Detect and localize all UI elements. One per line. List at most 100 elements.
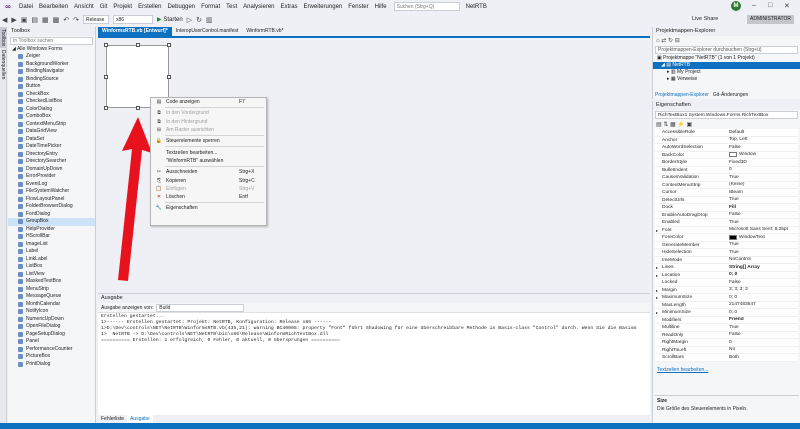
toolbox-item[interactable]: ContextMenuStrip [8,121,95,129]
resize-handle[interactable] [104,106,108,110]
property-row[interactable]: Locked False [655,279,798,287]
toolbox-item[interactable]: MenuStrip [8,286,95,294]
menu-item[interactable]: Ansicht [71,4,97,10]
context-menu-item[interactable]: 🔒 Steuerelemente sperren [151,137,266,145]
events-icon[interactable]: ⚡ [677,121,684,128]
start-button[interactable]: ▶ Starten [155,16,185,24]
datasources-strip-tab[interactable]: Datenquellen [0,48,6,81]
toolbox-item[interactable]: ListView [8,271,95,279]
toolbox-item[interactable]: MessageQueue [8,293,95,301]
property-row[interactable]: ▸ MaximumSize 0; 0 [655,294,798,302]
property-row[interactable]: AutoWordSelection False [655,144,798,152]
expand-icon[interactable]: ▸ [656,272,658,279]
refresh-icon[interactable]: ↻ [668,37,673,44]
property-pages-icon[interactable]: ▣ [687,121,693,128]
toolbox-item[interactable]: DataSet [8,136,95,144]
toolbox-item[interactable]: Panel [8,338,95,346]
toolbox-item[interactable]: DirectoryEntry [8,151,95,159]
context-menu-item[interactable]: ✕ Löschen Entf [151,193,266,201]
expand-icon[interactable]: ▸ [656,264,658,271]
toolbox-item[interactable]: PrintDialog [8,361,95,369]
solution-search-input[interactable]: Projektmappen-Explorer durchsuchen (Strg… [655,46,798,54]
property-value[interactable]: String[] Array [727,264,798,271]
property-row[interactable]: Modifiers Friend [655,317,798,324]
home-icon[interactable]: ⌂ [656,38,660,44]
property-value[interactable]: Window [727,152,798,159]
toolbox-item[interactable]: EventLog [8,181,95,189]
property-value[interactable]: NoControl [727,257,798,264]
property-row[interactable]: CausesValidation True [655,174,798,182]
property-row[interactable]: Multiline True [655,324,798,332]
context-menu-item[interactable]: ⊞ Am Raster ausrichten [151,126,266,134]
toolbox-item[interactable]: ErrorProvider [8,173,95,181]
toolbox-group-header[interactable]: ◢ Alle Windows Forms [8,46,95,53]
context-menu-item[interactable]: ▤ Code anzeigen F7 [151,98,266,106]
toolbox-item[interactable]: PictureBox [8,353,95,361]
toolbox-item[interactable]: DomainUpDown [8,166,95,174]
property-value[interactable]: True [727,197,798,204]
tab-solution-explorer[interactable]: Projektmappen-Explorer [653,91,711,99]
property-value[interactable]: 0; 0 [727,272,798,279]
property-row[interactable]: Cursor IBeam [655,189,798,197]
property-row[interactable]: ScrollBars Both [655,354,798,362]
avatar[interactable]: M [731,1,741,11]
toolbox-item[interactable]: HScrollBar [8,233,95,241]
collapse-icon[interactable]: ⊟ [675,37,680,44]
property-value[interactable]: Both [727,354,798,361]
property-value[interactable]: Default [727,129,798,136]
toolbox-item[interactable]: DateTimePicker [8,143,95,151]
toolbox-item[interactable]: FolderBrowserDialog [8,203,95,211]
redo-icon[interactable]: ↷ [71,16,81,24]
expand-icon[interactable]: ▸ [656,287,658,294]
menu-item[interactable]: Datei [16,4,36,10]
toolbox-item[interactable]: BindingNavigator [8,68,95,76]
context-menu-item[interactable]: Textzeilen bearbeiten... [151,148,266,156]
property-value[interactable]: IBeam [727,189,798,196]
context-menu-item[interactable]: 🔧 Eigenschaften [151,204,266,212]
context-menu-item[interactable]: "WinformRTB" auswählen [151,157,266,165]
menu-item[interactable]: Projekt [110,4,135,10]
toolbox-item[interactable]: HelpProvider [8,226,95,234]
toolbox-item[interactable]: ImageList [8,241,95,249]
property-row[interactable]: AccessibleRole Default [655,129,798,137]
context-menu-item[interactable]: 📋 Einfügen Strg+V [151,185,266,193]
property-value[interactable]: 2147483647 [727,302,798,309]
toolbox-item[interactable]: MonthCalendar [8,301,95,309]
property-value[interactable]: No [727,347,798,354]
menu-item[interactable]: Format [198,4,223,10]
tab-error-list[interactable]: Fehlerliste [98,415,127,423]
toolbox-item[interactable]: DirectorySearcher [8,158,95,166]
context-menu-item[interactable]: ⧉ In den Hintergrund [151,118,266,126]
toolbox-item[interactable]: FileSystemWatcher [8,188,95,196]
toolbox-strip-tab[interactable]: Toolbox [0,27,6,49]
expand-icon[interactable]: ▸ [656,309,658,316]
property-value[interactable]: True [727,174,798,181]
alphabetical-icon[interactable]: ⇅ [663,121,668,128]
tab-manifest[interactable]: InteropUserControl.manifest [172,27,243,36]
platform-select[interactable]: x86 [113,15,154,24]
property-row[interactable]: GenerateMember True [655,242,798,249]
menu-item[interactable]: Bearbeiten [36,4,71,10]
property-row[interactable]: MaxLength 2147483647 [655,302,798,309]
property-value[interactable]: True [727,219,798,226]
tree-item-references[interactable]: ▸ ▦ Verweise [653,76,800,83]
search-input[interactable]: Suchen (Strg+Q) [393,2,460,11]
property-row[interactable]: BulletIndent 0 [655,167,798,174]
tree-item-project[interactable]: ◢ ▤ NetRTB [653,62,800,69]
expand-icon[interactable]: ▸ [656,294,658,301]
toolbox-item[interactable]: Button [8,83,95,91]
run-without-debug-icon[interactable]: ▷ [185,16,194,24]
menu-item[interactable]: Analysieren [240,4,277,10]
property-row[interactable]: ▸ Location 0; 0 [655,272,798,279]
new-item-icon[interactable]: ▣ [19,16,30,24]
resize-handle[interactable] [167,43,171,47]
toolbox-item[interactable]: NotifyIcon [8,308,95,316]
toolbox-item[interactable]: ListBox [8,263,95,271]
live-share-button[interactable]: Live Share [692,16,718,22]
toolbox-item[interactable]: BindingSource [8,76,95,84]
tree-item-myproject[interactable]: ▸ ▥ My Project [653,69,800,76]
forward-icon[interactable]: ▶ [9,16,18,24]
toolbox-item[interactable]: ComboBox [8,113,95,121]
save-all-icon[interactable]: ▩ [51,16,62,24]
property-value[interactable]: True [727,324,798,331]
